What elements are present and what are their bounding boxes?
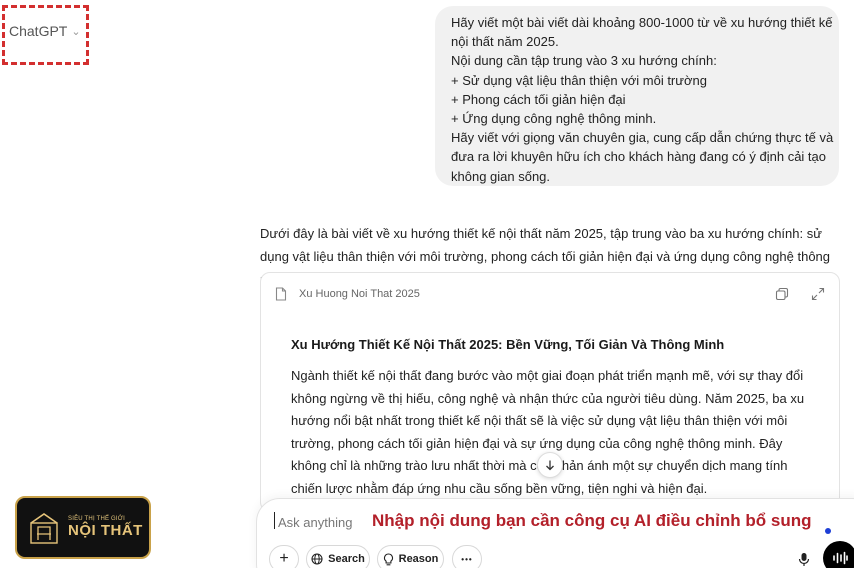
arrow-down-icon [546,460,554,471]
globe-icon [311,553,323,565]
scroll-down-button[interactable] [537,452,563,478]
microphone-button[interactable] [790,545,818,568]
user-message-line: + Sử dụng vật liệu thân thiện với môi tr… [451,72,707,88]
voice-mode-button[interactable] [823,541,854,568]
logo-name: NỘI THẤT [68,522,143,539]
reason-button[interactable]: Reason [377,545,444,568]
waveform-icon [833,551,848,565]
blue-dot-indicator [825,528,831,534]
document-title: Xu Huong Noi That 2025 [299,288,420,300]
text-caret [274,512,275,529]
expand-icon[interactable] [811,287,825,301]
more-options-button[interactable]: ••• [452,545,482,568]
user-message-line: + Ứng dụng công nghệ thông minh. [451,111,657,127]
lightbulb-icon [383,552,393,565]
user-message-bubble: Hãy viết một bài viết dài khoảng 800-100… [435,6,839,186]
copy-icon[interactable] [775,287,789,301]
microphone-icon [798,552,810,566]
document-paragraph: Ngành thiết kế nội thất đang bước vào mộ… [291,368,805,496]
chevron-down-icon: ⌄ [71,26,81,38]
search-button-label: Search [328,553,365,565]
user-message-line: không gian sống. [451,168,551,184]
user-message-line: Hãy viết một bài viết dài khoảng 800-100… [451,15,833,30]
user-message-line: Nội dung cần tập trung vào 3 xu hướng ch… [451,53,717,69]
annotation-note: Nhập nội dung bạn cần công cụ AI điều ch… [372,511,812,530]
brand-logo: SIÊU THỊ THẾ GIỚI NỘI THẤT [15,496,151,559]
document-heading: Xu Hướng Thiết Kế Nội Thất 2025: Bền Vữn… [291,337,725,352]
user-message-line: Hãy viết với giọng văn chuyên gia, cung … [451,130,834,146]
user-message-line: + Phong cách tối giản hiện đại [451,91,626,107]
search-button[interactable]: Search [306,545,370,568]
model-picker-label: ChatGPT [9,23,68,39]
ellipsis-icon: ••• [461,554,473,564]
user-message-line: nội thất năm 2025. [451,34,559,50]
document-header: Xu Huong Noi That 2025 [261,273,839,315]
composer-placeholder[interactable]: Ask anything [278,515,352,530]
add-attachment-button[interactable]: + [269,545,299,568]
model-picker[interactable]: ChatGPT ⌄ [2,5,89,65]
user-message-line: đưa ra lời khuyên hữu ích cho khách hàng… [451,149,827,165]
composer[interactable]: Ask anything Nhập nội dung bạn cần công … [256,498,854,568]
plus-icon: + [279,550,289,567]
chair-logo-icon [30,512,58,544]
document-icon [275,287,287,301]
reason-button-label: Reason [398,553,439,565]
